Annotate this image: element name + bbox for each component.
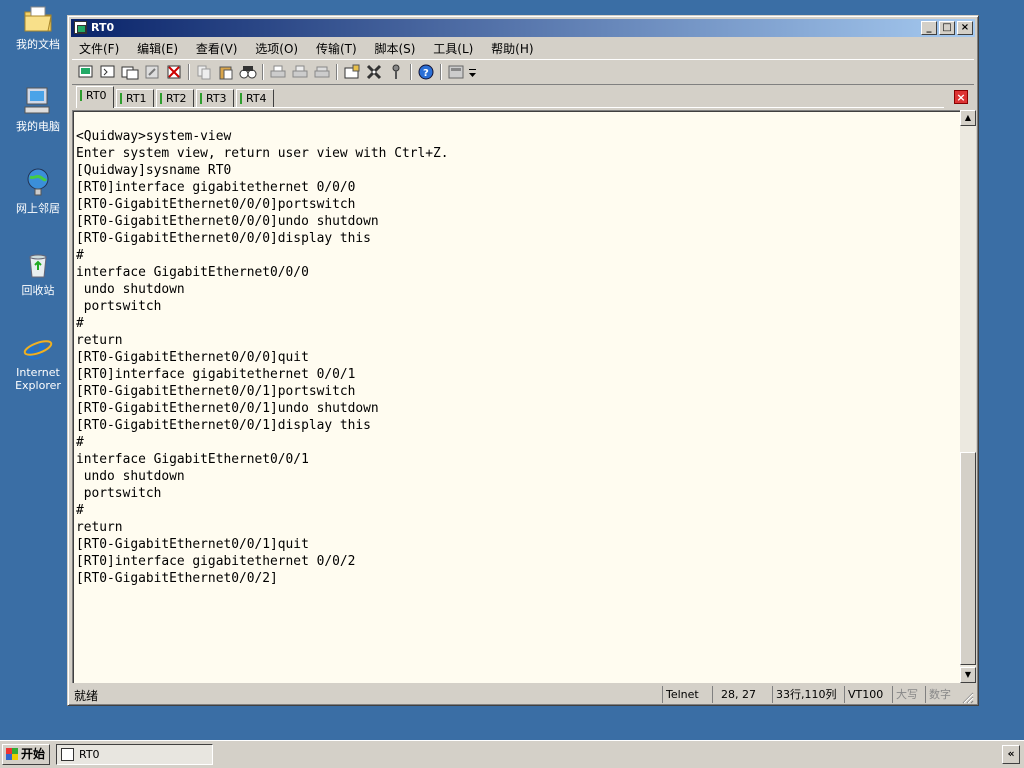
disconnect-icon[interactable] bbox=[165, 63, 183, 81]
session-tab-bar: RT0 RT1 RT2 RT3 RT4 × bbox=[72, 86, 974, 108]
window-title: RT0 bbox=[91, 21, 115, 34]
reconnect-icon[interactable] bbox=[143, 63, 161, 81]
windows-logo-icon bbox=[6, 748, 18, 760]
menu-tools[interactable]: 工具(L) bbox=[426, 38, 480, 59]
properties-icon[interactable] bbox=[343, 63, 361, 81]
status-text: 就绪 bbox=[74, 689, 99, 703]
toolbar-separator bbox=[410, 64, 412, 80]
status-caps-lock: 大写 bbox=[892, 686, 925, 703]
find-icon[interactable] bbox=[239, 63, 257, 81]
new-session-wizard-icon[interactable] bbox=[99, 63, 117, 81]
toolbar: ? bbox=[72, 59, 974, 85]
print-setup-icon[interactable] bbox=[291, 63, 309, 81]
minimize-button[interactable]: _ bbox=[921, 21, 937, 35]
resize-grip-icon[interactable] bbox=[960, 690, 974, 704]
my-documents-folder-icon bbox=[22, 3, 54, 35]
status-num-lock: 数字 bbox=[925, 686, 957, 703]
menu-view[interactable]: 查看(V) bbox=[189, 38, 245, 59]
desktop-icon-label: 我的电脑 bbox=[16, 120, 60, 133]
close-button[interactable]: × bbox=[957, 21, 973, 35]
toolbar-overflow-icon[interactable] bbox=[468, 63, 478, 81]
tab-rt3[interactable]: RT3 bbox=[196, 89, 234, 107]
desktop-icon-internet-explorer[interactable]: e Internet Explorer bbox=[6, 329, 70, 392]
start-button[interactable]: 开始 bbox=[2, 744, 50, 765]
keymap-icon[interactable] bbox=[387, 63, 405, 81]
tab-rt0[interactable]: RT0 bbox=[76, 86, 114, 108]
desktop-icon-my-documents[interactable]: 我的文档 bbox=[6, 3, 70, 51]
status-protocol: Telnet bbox=[662, 686, 712, 703]
desktop-icon-label: Internet Explorer bbox=[15, 366, 61, 392]
new-session-icon[interactable] bbox=[77, 63, 95, 81]
menu-edit[interactable]: 编辑(E) bbox=[130, 38, 185, 59]
view-toggle-icon[interactable] bbox=[447, 63, 465, 81]
open-folder-icon[interactable] bbox=[121, 63, 139, 81]
taskbar-item-label: RT0 bbox=[79, 748, 100, 761]
status-terminal-size: 33行,110列 bbox=[772, 686, 844, 703]
menu-help[interactable]: 帮助(H) bbox=[484, 38, 540, 59]
print-screen-icon[interactable] bbox=[313, 63, 331, 81]
tab-rt2[interactable]: RT2 bbox=[156, 89, 194, 107]
menu-script[interactable]: 脚本(S) bbox=[367, 38, 422, 59]
tab-rt1[interactable]: RT1 bbox=[116, 89, 154, 107]
tab-rt4[interactable]: RT4 bbox=[236, 89, 274, 107]
menu-file[interactable]: 文件(F) bbox=[72, 38, 126, 59]
taskbar-item-rt0[interactable]: RT0 bbox=[56, 744, 213, 765]
start-label: 开始 bbox=[21, 747, 46, 761]
app-icon bbox=[74, 21, 87, 34]
desktop-icon-network[interactable]: 网上邻居 bbox=[6, 167, 70, 215]
title-bar[interactable]: RT0 _ □ × bbox=[71, 19, 975, 37]
app-icon bbox=[61, 748, 74, 761]
scroll-down-button[interactable]: ▼ bbox=[960, 667, 976, 683]
desktop-icon-label: 回收站 bbox=[21, 284, 55, 297]
network-places-icon bbox=[22, 167, 54, 199]
internet-explorer-icon: e bbox=[22, 329, 54, 367]
scroll-thumb[interactable] bbox=[960, 452, 976, 665]
maximize-button[interactable]: □ bbox=[939, 21, 955, 35]
close-tab-icon[interactable]: × bbox=[954, 90, 968, 104]
status-cursor-position: 28, 27 bbox=[712, 686, 772, 703]
paste-icon[interactable] bbox=[217, 63, 235, 81]
toolbar-separator bbox=[336, 64, 338, 80]
toolbar-separator bbox=[440, 64, 442, 80]
print-icon[interactable] bbox=[269, 63, 287, 81]
svg-text:?: ? bbox=[423, 68, 429, 79]
my-computer-icon bbox=[22, 85, 54, 117]
recycle-bin-icon bbox=[22, 249, 54, 281]
tray-expand-button[interactable]: « bbox=[1002, 745, 1020, 764]
status-emulation: VT100 bbox=[844, 686, 892, 703]
taskbar: 开始 RT0 « bbox=[0, 740, 1024, 768]
desktop-icon-label: 我的文档 bbox=[16, 38, 60, 51]
tab-bar-line bbox=[114, 107, 944, 108]
settings-icon[interactable] bbox=[365, 63, 383, 81]
copy-icon[interactable] bbox=[195, 63, 213, 81]
toolbar-separator bbox=[262, 64, 264, 80]
toolbar-separator bbox=[188, 64, 190, 80]
desktop-icon-label: 网上邻居 bbox=[16, 202, 60, 215]
scroll-up-button[interactable]: ▲ bbox=[960, 110, 976, 126]
vertical-scrollbar[interactable]: ▲ ▼ bbox=[960, 110, 976, 683]
help-icon[interactable]: ? bbox=[417, 63, 435, 81]
menu-transfer[interactable]: 传输(T) bbox=[309, 38, 364, 59]
terminal-output[interactable]: <Quidway>system-view Enter system view, … bbox=[72, 110, 960, 683]
desktop-icon-recycle-bin[interactable]: 回收站 bbox=[6, 249, 70, 297]
menu-options[interactable]: 选项(O) bbox=[248, 38, 305, 59]
menu-bar: 文件(F) 编辑(E) 查看(V) 选项(O) 传输(T) 脚本(S) 工具(L… bbox=[72, 38, 974, 57]
securecrt-window: RT0 _ □ × 文件(F) 编辑(E) 查看(V) 选项(O) 传输(T) … bbox=[67, 15, 979, 706]
status-bar: 就绪 Telnet 28, 27 33行,110列 VT100 大写 数字 bbox=[72, 686, 974, 704]
desktop-icon-my-computer[interactable]: 我的电脑 bbox=[6, 85, 70, 133]
